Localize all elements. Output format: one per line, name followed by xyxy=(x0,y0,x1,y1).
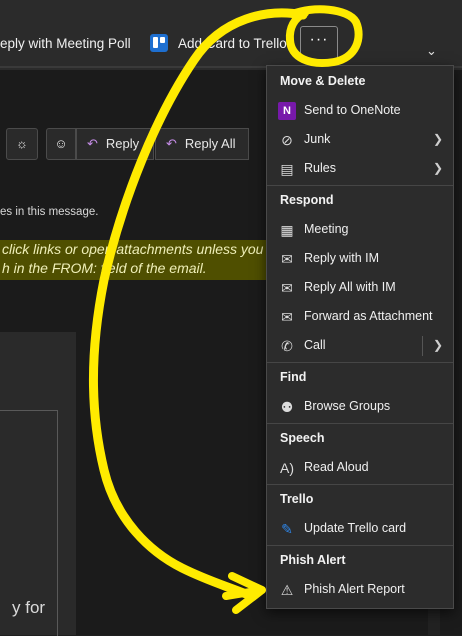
onenote-icon: N xyxy=(278,102,296,120)
sun-icon: ☼ xyxy=(16,136,28,151)
reply-button[interactable]: ↶ Reply xyxy=(76,128,154,160)
menu-item-forward-as-attachment[interactable]: ✉ Forward as Attachment xyxy=(267,304,453,330)
external-warning-banner: click links or open attachments unless y… xyxy=(0,240,272,280)
reply-all-label: Reply All xyxy=(184,136,236,151)
groups-icon: ⚉ xyxy=(280,399,294,415)
menu-item-send-to-onenote[interactable]: N Send to OneNote xyxy=(267,98,453,124)
section-speech: Speech xyxy=(280,431,325,445)
reply-label: Reply xyxy=(105,136,140,151)
menu-item-read-aloud[interactable]: A) Read Aloud xyxy=(267,455,453,481)
menu-separator xyxy=(267,545,453,546)
menu-item-reply-all-with-im[interactable]: ✉ Reply All with IM xyxy=(267,275,453,301)
more-options-button[interactable]: ··· xyxy=(300,26,338,60)
menu-item-browse-groups[interactable]: ⚉ Browse Groups xyxy=(267,394,453,420)
chevron-down-icon[interactable]: ⌄ xyxy=(426,43,437,59)
menu-separator xyxy=(267,423,453,424)
chat-icon: ✉ xyxy=(281,280,293,296)
reply-with-meeting-poll-button[interactable]: eply with Meeting Poll xyxy=(0,33,131,55)
section-move-delete: Move & Delete xyxy=(280,74,366,88)
menu-item-phish-alert-report[interactable]: ⚠ Phish Alert Report xyxy=(267,577,453,603)
ribbon: eply with Meeting Poll Add Card to Trell… xyxy=(0,0,462,70)
menu-item-update-trello-card[interactable]: ✎ Update Trello card xyxy=(267,516,453,542)
meeting-icon: ▦ xyxy=(280,222,294,238)
section-phish-alert: Phish Alert xyxy=(280,553,346,567)
reply-arrow-icon: ↶ xyxy=(87,136,98,151)
warning-line-2: h in the FROM: field of the email. xyxy=(2,260,207,276)
section-trello: Trello xyxy=(280,492,314,506)
phish-alert-icon: ⚠ xyxy=(280,582,294,598)
trello-pencil-icon: ✎ xyxy=(281,521,293,537)
menu-item-junk[interactable]: ⊘ Junk ❯ xyxy=(267,127,453,153)
junk-icon: ⊘ xyxy=(281,132,293,148)
menu-item-call[interactable]: ✆ Call ❯ xyxy=(267,333,453,359)
smiley-icon: ☺ xyxy=(54,136,68,151)
chat-icon: ✉ xyxy=(281,251,293,267)
trello-icon xyxy=(150,34,168,52)
rules-icon: ▤ xyxy=(280,161,294,177)
chevron-right-icon: ❯ xyxy=(432,161,443,175)
menu-separator xyxy=(267,362,453,363)
menu-separator xyxy=(267,185,453,186)
menu-separator xyxy=(267,484,453,485)
section-respond: Respond xyxy=(280,193,334,207)
warning-line-1: click links or open attachments unless y… xyxy=(2,241,264,257)
reply-all-button[interactable]: ↶ Reply All xyxy=(155,128,249,160)
reply-all-arrow-icon: ↶ xyxy=(166,136,177,151)
split-divider xyxy=(422,336,423,356)
chevron-right-icon: ❯ xyxy=(432,132,443,146)
more-options-menu: Move & Delete N Send to OneNote ⊘ Junk ❯… xyxy=(266,65,454,609)
brightness-toggle-button[interactable]: ☼ xyxy=(6,128,38,160)
chevron-right-icon[interactable]: ❯ xyxy=(433,338,443,352)
add-card-to-trello-button[interactable]: Add Card to Trello xyxy=(178,33,287,55)
message-info-note: es in this message. xyxy=(0,206,99,218)
menu-item-meeting[interactable]: ▦ Meeting xyxy=(267,217,453,243)
menu-item-rules[interactable]: ▤ Rules ❯ xyxy=(267,156,453,182)
forward-attachment-icon: ✉ xyxy=(281,309,293,325)
read-aloud-icon: A) xyxy=(280,460,294,476)
message-body-text: y for xyxy=(12,598,46,617)
section-find: Find xyxy=(280,370,307,384)
phone-icon: ✆ xyxy=(281,338,293,354)
menu-item-reply-with-im[interactable]: ✉ Reply with IM xyxy=(267,246,453,272)
reaction-button[interactable]: ☺ xyxy=(46,128,76,160)
